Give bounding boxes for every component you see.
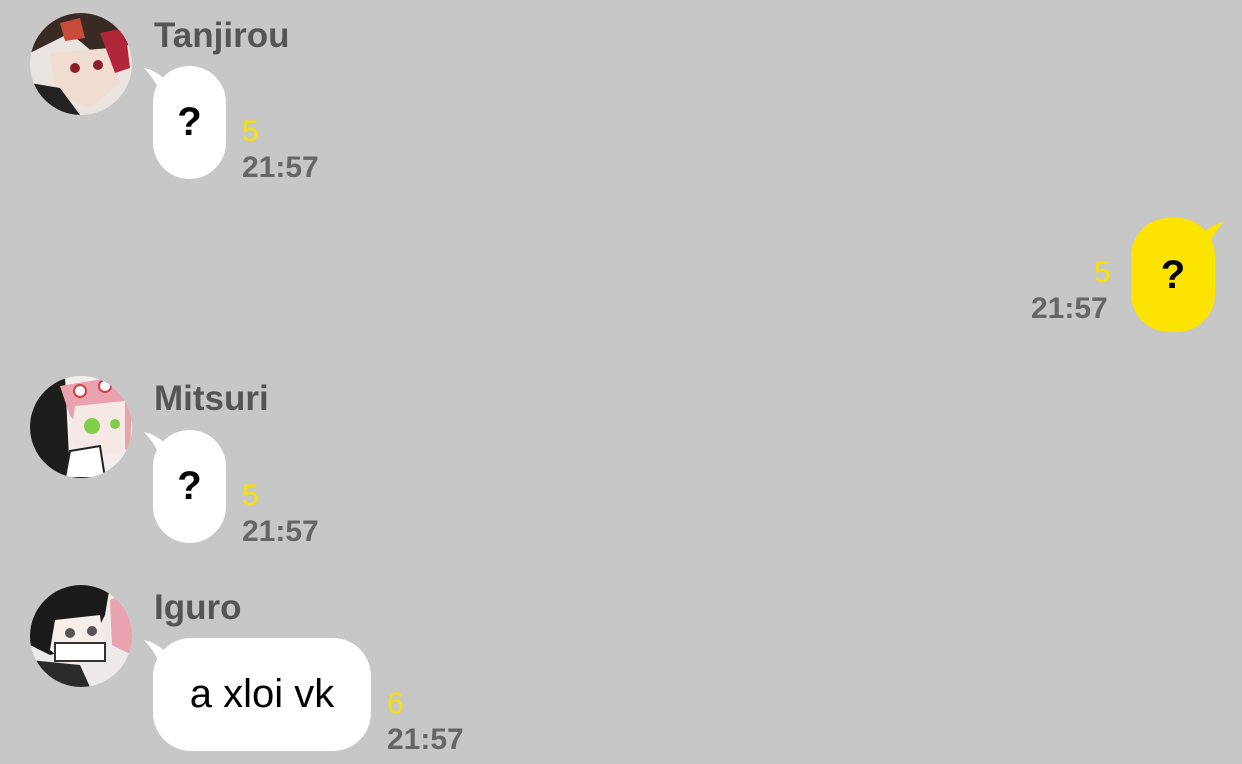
sender-name: Iguro (154, 588, 242, 627)
message-bubble[interactable]: ? (153, 66, 226, 179)
sender-name: Mitsuri (154, 379, 269, 418)
message-text: a xloi vk (189, 672, 335, 716)
message-time: 21:57 (242, 515, 319, 548)
avatar[interactable] (30, 585, 132, 687)
message-time: 21:57 (1031, 292, 1108, 325)
avatar[interactable] (30, 13, 132, 115)
avatar[interactable] (30, 376, 132, 478)
unread-count: 6 (387, 687, 404, 720)
mitsuri-avatar-icon (30, 376, 132, 478)
message-bubble[interactable]: a xloi vk (153, 638, 371, 751)
message-text: ? (1160, 252, 1186, 297)
message-text: ? (177, 464, 202, 508)
iguro-avatar-icon (30, 585, 132, 687)
message-bubble[interactable]: ? (153, 430, 226, 543)
unread-count: 5 (1094, 256, 1111, 289)
sender-name: Tanjirou (154, 16, 290, 55)
unread-count: 5 (242, 479, 259, 512)
tanjirou-avatar-icon (30, 13, 132, 115)
message-time: 21:57 (242, 151, 319, 184)
unread-count: 5 (242, 115, 259, 148)
message-text: ? (177, 100, 202, 144)
message-time: 21:57 (387, 723, 464, 756)
message-bubble[interactable]: ? (1131, 218, 1215, 332)
